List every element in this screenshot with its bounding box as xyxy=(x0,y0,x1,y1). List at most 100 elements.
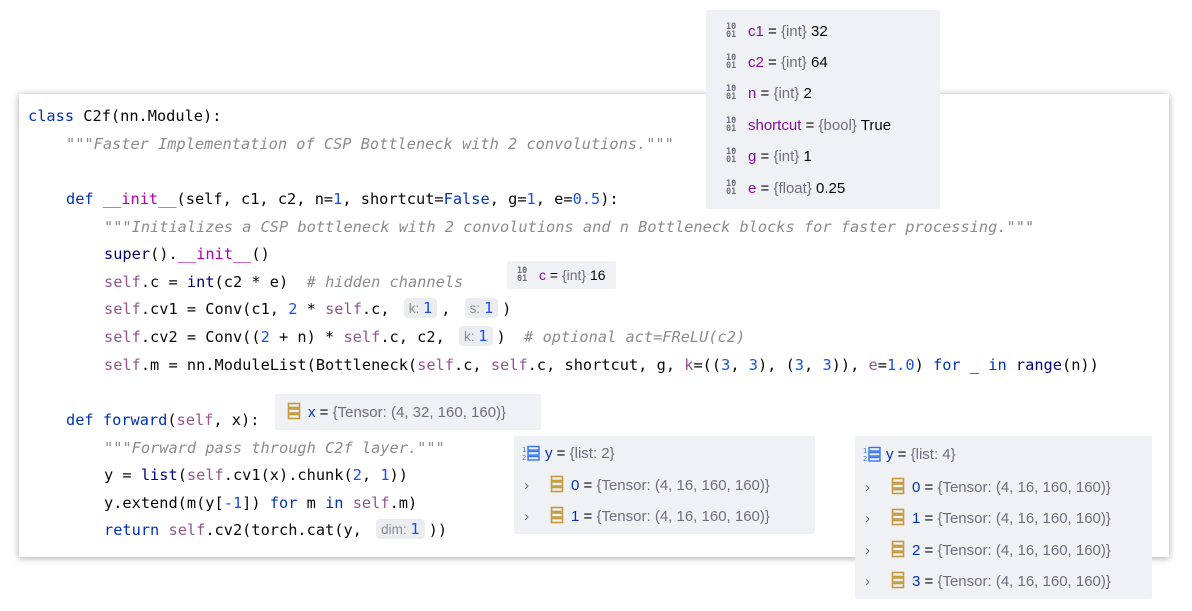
self-keyword: self xyxy=(186,466,224,484)
var-type: {int} xyxy=(780,54,807,71)
builtin: super xyxy=(104,245,151,263)
var-eq: = xyxy=(920,573,938,590)
chevron-right-icon[interactable]: › xyxy=(524,507,534,527)
var-type: {Tensor: (4, 16, 160, 160)} xyxy=(596,508,770,525)
debug-list-item[interactable]: › 1 = {Tensor: (4, 16, 160, 160)} xyxy=(524,506,770,526)
var-type: {list: 4} xyxy=(910,446,956,463)
number: 1 xyxy=(380,466,390,484)
comment: # optional act=FReLU(c2) xyxy=(524,328,746,346)
code-text: .m) xyxy=(389,494,418,512)
debug-list-item[interactable]: › 0 = {Tensor: (4, 16, 160, 160)} xyxy=(524,475,770,495)
var-eq: = xyxy=(756,148,774,165)
debug-var-row[interactable]: 10 01 c = {int} 16 xyxy=(517,266,606,284)
number: 2 xyxy=(352,466,362,484)
debug-var-row[interactable]: 10 01 e = {float} 0.25 xyxy=(726,179,845,199)
debug-list-popup-y-2[interactable]: 1 2 y = {list: 2} › 0 = {Tensor: (4, 16,… xyxy=(514,436,815,534)
primitive-value-icon: 10 01 xyxy=(726,84,737,102)
debug-variables-popup[interactable]: 10 01 c1 = {int} 32 10 01 c2 = {int} 64 10 01… xyxy=(706,10,940,209)
var-type: {bool} xyxy=(818,117,857,134)
var-eq: = xyxy=(763,54,781,71)
code-text: () xyxy=(251,245,270,263)
code-line[interactable]: """Initializes a CSP bottleneck with 2 c… xyxy=(104,216,1034,238)
debug-var-row[interactable]: 1 2 y = {list: 2} xyxy=(522,444,615,464)
hint-value: 1 xyxy=(478,327,488,345)
chevron-right-icon[interactable]: › xyxy=(865,509,875,529)
debug-var-row[interactable]: x = {Tensor: (4, 32, 160, 160)} xyxy=(287,402,506,422)
code-line[interactable]: self.c = int(c2 * e) # hidden channels xyxy=(104,271,463,293)
inline-debug-value-x[interactable]: x = {Tensor: (4, 32, 160, 160)} xyxy=(275,394,541,430)
self-keyword: self xyxy=(490,356,528,374)
code-text: , xyxy=(804,356,823,374)
var-name: c2 xyxy=(748,54,764,71)
code-line[interactable]: """Forward pass through C2f layer.""" xyxy=(104,437,445,459)
code-line[interactable]: y.extend(m(y[-1]) for m in self.m) xyxy=(104,492,417,514)
number: 3 xyxy=(748,356,758,374)
var-eq: = xyxy=(315,404,333,421)
debug-var-row[interactable]: 10 01 shortcut = {bool} True xyxy=(726,116,891,136)
code-line[interactable]: self.m = nn.ModuleList(Bottleneck(self.c… xyxy=(104,354,1099,376)
code-line[interactable]: def forward(self, x): xyxy=(66,409,259,431)
code-line[interactable]: self.cv1 = Conv(c1, 2 * self.c, k: 1, s:… xyxy=(104,298,511,320)
debug-var-row[interactable]: 10 01 c1 = {int} 32 xyxy=(726,22,828,42)
self-keyword: self xyxy=(343,328,381,346)
number: 2 xyxy=(260,328,270,346)
code-line[interactable]: class C2f(nn.Module): xyxy=(28,105,221,127)
code-text: =(( xyxy=(693,356,722,374)
list-icon: 1 2 xyxy=(863,446,881,462)
code-text: ]) xyxy=(242,494,270,512)
code-line[interactable]: return self.cv2(torch.cat(y, dim: 1)) xyxy=(104,519,447,541)
debug-list-item[interactable]: › 3 = {Tensor: (4, 16, 160, 160)} xyxy=(865,571,1111,591)
chevron-right-icon[interactable]: › xyxy=(865,541,875,561)
hint-label: dim: xyxy=(381,522,407,537)
self-keyword: self xyxy=(104,300,141,318)
self-keyword: self xyxy=(104,273,141,291)
tensor-stack-icon xyxy=(891,540,905,558)
var-name: c1 xyxy=(748,23,764,40)
docstring: """Faster Implementation of CSP Bottlene… xyxy=(66,135,674,153)
number: 1.0 xyxy=(886,356,915,374)
chevron-right-icon[interactable]: › xyxy=(524,476,534,496)
var-eq: = xyxy=(552,445,570,462)
code-text: y = xyxy=(104,466,141,484)
keyword: for xyxy=(933,356,961,374)
debug-var-row[interactable]: 1 2 y = {list: 4} xyxy=(863,445,956,465)
code-text: , e= xyxy=(535,190,573,208)
code-text: = xyxy=(877,356,887,374)
var-type: {Tensor: (4, 32, 160, 160)} xyxy=(332,404,507,421)
docstring: """Forward pass through C2f layer.""" xyxy=(104,439,445,457)
code-line[interactable]: """Faster Implementation of CSP Bottlene… xyxy=(66,133,674,155)
code-line[interactable]: y = list(self.cv1(x).chunk(2, 1)) xyxy=(104,464,408,486)
code-text: .cv2(torch.cat(y, xyxy=(205,521,372,539)
debug-list-item[interactable]: › 1 = {Tensor: (4, 16, 160, 160)} xyxy=(865,508,1111,528)
number: 3 xyxy=(794,356,805,374)
param-hint-dim: dim: 1 xyxy=(376,519,425,539)
chevron-right-icon[interactable]: › xyxy=(865,478,875,498)
hint-label: k: xyxy=(464,329,475,344)
chevron-right-icon[interactable]: › xyxy=(865,572,875,592)
debug-list-item[interactable]: › 0 = {Tensor: (4, 16, 160, 160)} xyxy=(865,477,1111,497)
inline-debug-value-c[interactable]: 10 01 c = {int} 16 xyxy=(507,261,616,289)
function-name: __init__ xyxy=(102,190,177,208)
code-line[interactable]: super().__init__() xyxy=(104,243,270,265)
var-type: {int} xyxy=(561,267,587,283)
code-text: (n)) xyxy=(1061,356,1099,374)
debug-list-popup-y-4[interactable]: 1 2 y = {list: 4} › 0 = {Tensor: (4, 16,… xyxy=(855,436,1152,599)
debug-var-row[interactable]: 10 01 c2 = {int} 64 xyxy=(726,53,828,73)
self-keyword: self xyxy=(168,521,206,539)
tensor-stack-icon xyxy=(891,571,905,589)
code-text: ): xyxy=(600,190,619,208)
code-text: )), xyxy=(831,356,869,374)
code-line[interactable]: def __init__(self, c1, c2, n=1, shortcut… xyxy=(66,188,619,210)
param-hint-s: s: 1 xyxy=(464,298,499,318)
code-text: ) xyxy=(496,328,525,346)
number: 3 xyxy=(721,356,731,374)
code-line[interactable]: self.cv2 = Conv((2 + n) * self.c, c2, k:… xyxy=(104,326,745,348)
var-value: 16 xyxy=(586,267,606,283)
hint-label: k: xyxy=(408,301,420,316)
var-value: 32 xyxy=(806,23,828,40)
keyword-arg: e xyxy=(868,356,878,374)
debug-var-row[interactable]: 10 01 g = {int} 1 xyxy=(726,147,812,167)
debug-list-item[interactable]: › 2 = {Tensor: (4, 16, 160, 160)} xyxy=(865,540,1111,560)
var-type: {float} xyxy=(773,180,812,197)
debug-var-row[interactable]: 10 01 n = {int} 2 xyxy=(726,84,812,104)
